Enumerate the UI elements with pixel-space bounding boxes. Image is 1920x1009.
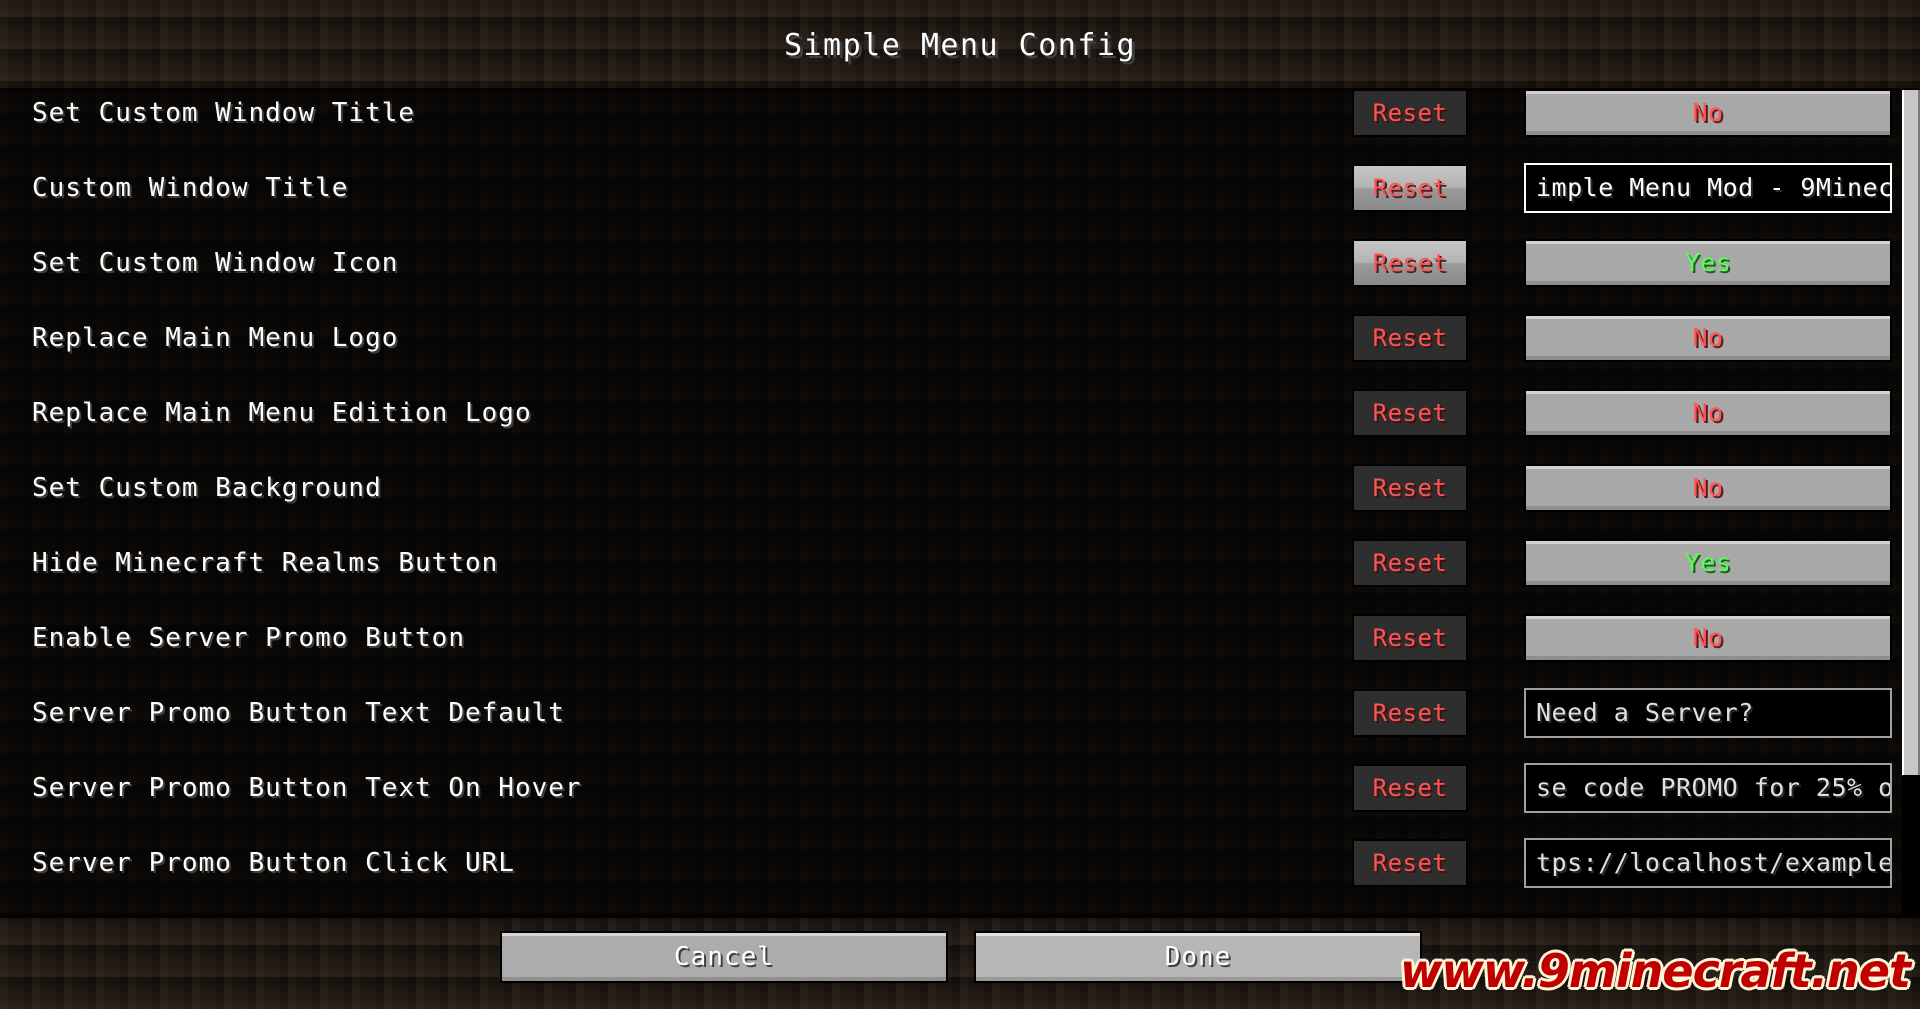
toggle-button-value: No bbox=[1692, 473, 1724, 502]
reset-button-label: Reset bbox=[1372, 323, 1448, 352]
config-row: Set Custom Background Reset No bbox=[0, 450, 1920, 525]
reset-button-label: Reset bbox=[1372, 773, 1448, 802]
reset-button-label: Reset bbox=[1372, 248, 1448, 277]
cancel-button[interactable]: Cancel bbox=[500, 931, 948, 983]
text-input-field[interactable]: tps://localhost/exampleurl bbox=[1524, 837, 1892, 888]
reset-button-label: Reset bbox=[1372, 173, 1448, 202]
config-row: Hide Minecraft Realms Button Reset Yes bbox=[0, 525, 1920, 600]
config-row-label: Set Custom Window Icon bbox=[32, 247, 399, 278]
toggle-button-value: No bbox=[1692, 98, 1724, 127]
done-button[interactable]: Done bbox=[974, 931, 1422, 983]
reset-button[interactable]: Reset bbox=[1352, 838, 1468, 887]
toggle-button[interactable]: No bbox=[1524, 313, 1892, 362]
toggle-button[interactable]: No bbox=[1524, 613, 1892, 662]
reset-button-label: Reset bbox=[1372, 98, 1448, 127]
reset-button-label: Reset bbox=[1372, 548, 1448, 577]
config-row: Server Promo Button Text Default Reset Nee… bbox=[0, 675, 1920, 750]
screen-header: Simple Menu Config bbox=[0, 0, 1920, 90]
reset-button[interactable]: Reset bbox=[1352, 763, 1468, 812]
reset-button-label: Reset bbox=[1372, 698, 1448, 727]
reset-button[interactable]: Reset bbox=[1352, 388, 1468, 437]
config-row: Replace Main Menu Logo Reset No bbox=[0, 300, 1920, 375]
scrollbar-thumb[interactable] bbox=[1902, 90, 1920, 775]
text-input-field[interactable]: Need a Server? bbox=[1524, 687, 1892, 738]
config-row-label: Set Custom Background bbox=[32, 472, 382, 503]
config-row-label: Replace Main Menu Edition Logo bbox=[32, 397, 532, 428]
toggle-button[interactable]: No bbox=[1524, 90, 1892, 137]
config-row-label: Set Custom Window Title bbox=[32, 97, 416, 128]
reset-button-label: Reset bbox=[1372, 848, 1448, 877]
reset-button[interactable]: Reset bbox=[1352, 688, 1468, 737]
reset-button[interactable]: Reset bbox=[1352, 238, 1468, 287]
reset-button-label: Reset bbox=[1372, 623, 1448, 652]
config-row-label: Server Promo Button Text Default bbox=[32, 697, 565, 728]
toggle-button-value: Yes bbox=[1684, 248, 1732, 277]
reset-button[interactable]: Reset bbox=[1352, 313, 1468, 362]
reset-button-label: Reset bbox=[1372, 398, 1448, 427]
config-row: Enable Server Promo Button Reset No bbox=[0, 600, 1920, 675]
reset-button[interactable]: Reset bbox=[1352, 463, 1468, 512]
config-row-label: Server Promo Button Text On Hover bbox=[32, 772, 582, 803]
text-input-value: imple Menu Mod - 9Minecraft bbox=[1536, 173, 1890, 202]
toggle-button-value: Yes bbox=[1684, 548, 1732, 577]
cancel-button-label: Cancel bbox=[674, 942, 774, 972]
reset-button[interactable]: Reset bbox=[1352, 90, 1468, 137]
text-input-value: se code PROMO for 25% off bbox=[1536, 773, 1892, 802]
text-input-field[interactable]: se code PROMO for 25% off bbox=[1524, 762, 1892, 813]
reset-button[interactable]: Reset bbox=[1352, 163, 1468, 212]
toggle-button-value: No bbox=[1692, 323, 1724, 352]
toggle-button[interactable]: No bbox=[1524, 463, 1892, 512]
config-row-label: Replace Main Menu Logo bbox=[32, 322, 399, 353]
config-row-label: Hide Minecraft Realms Button bbox=[32, 547, 499, 578]
minecraft-config-screen: Simple Menu Config Set Custom Window Tit… bbox=[0, 0, 1920, 1009]
config-row: Set Custom Window Title Reset No bbox=[0, 90, 1920, 150]
config-row: Set Custom Window Icon Reset Yes bbox=[0, 225, 1920, 300]
site-watermark: www.9minecraft.net bbox=[1399, 944, 1911, 998]
done-button-label: Done bbox=[1164, 942, 1232, 972]
text-input-value: tps://localhost/exampleurl bbox=[1536, 848, 1890, 877]
reset-button[interactable]: Reset bbox=[1352, 613, 1468, 662]
toggle-button[interactable]: No bbox=[1524, 388, 1892, 437]
toggle-button[interactable]: Yes bbox=[1524, 238, 1892, 287]
config-row: Server Promo Button Text On Hover Reset se… bbox=[0, 750, 1920, 825]
text-input-value: Need a Server? bbox=[1536, 698, 1754, 727]
toggle-button-value: No bbox=[1692, 623, 1724, 652]
reset-button-label: Reset bbox=[1372, 473, 1448, 502]
config-row: Replace Main Menu Edition Logo Reset No bbox=[0, 375, 1920, 450]
scrollbar-track[interactable] bbox=[1902, 90, 1920, 915]
page-title: Simple Menu Config bbox=[783, 28, 1137, 63]
config-row: Server Promo Button Click URL Reset tps://… bbox=[0, 825, 1920, 900]
config-row-label: Custom Window Title bbox=[32, 172, 349, 203]
config-row-label: Enable Server Promo Button bbox=[32, 622, 465, 653]
config-option-list[interactable]: Set Custom Window Title Reset No Custom Win… bbox=[0, 90, 1920, 915]
config-row-label: Server Promo Button Click URL bbox=[32, 847, 515, 878]
config-row: Custom Window Title Reset imple Menu Mod -… bbox=[0, 150, 1920, 225]
toggle-button[interactable]: Yes bbox=[1524, 538, 1892, 587]
toggle-button-value: No bbox=[1692, 398, 1724, 427]
text-input-field[interactable]: imple Menu Mod - 9Minecraft_ bbox=[1524, 162, 1892, 213]
reset-button[interactable]: Reset bbox=[1352, 538, 1468, 587]
